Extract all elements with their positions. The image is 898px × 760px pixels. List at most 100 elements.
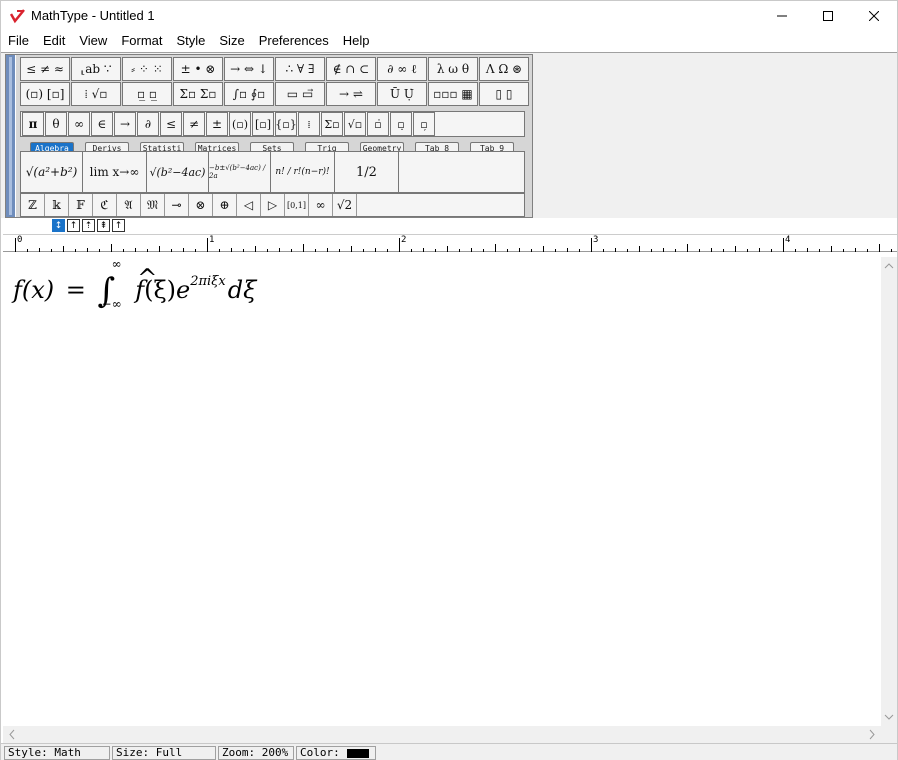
horizontal-scrollbar[interactable] [3,726,881,743]
subscript-template-button[interactable]: ▫̣ [390,112,412,136]
oplus-symbol-button[interactable]: ⊕ [213,194,237,216]
fractions-radicals-palette-button[interactable]: ⁞ √▫ [71,82,121,106]
equation-lhs: f(x) [13,276,55,304]
ruler-ticks [15,238,892,252]
menu-help[interactable]: Help [336,31,377,52]
close-button[interactable] [851,1,897,31]
math-palette: ≤ ≠ ≈ ⸤ab ∵ ⸗ ⁘ ⁙ ± • ⊗ → ⇔ ↓ ∴ ∀ ∃ ∉ ∩ … [5,54,533,218]
ruler-label-1: 1 [209,235,215,245]
subsup-template-button[interactable]: ▫̦ [413,112,435,136]
maximize-icon [823,11,833,21]
equation-equals: = [65,276,86,304]
plusminus-symbol-button[interactable]: ± [206,112,228,136]
menu-file[interactable]: File [1,31,36,52]
embellishments-palette-button[interactable]: ⸗ ⁘ ⁙ [122,57,172,81]
template-quadratic-formula[interactable]: −b±√(b²−4ac) / 2a [209,152,271,192]
nudge-button-3[interactable]: ⇡ [82,219,95,232]
pi-symbol-button[interactable]: π [22,112,44,136]
minimize-icon [777,15,787,17]
multimap-symbol-button[interactable]: ⊸ [165,194,189,216]
ruler-label-2: 2 [401,235,407,245]
window-title: MathType - Untitled 1 [31,8,155,23]
vertical-scrollbar[interactable] [881,257,897,726]
nudge-button-2[interactable]: ↑ [67,219,80,232]
overbar-palette-button[interactable]: ▭ ▭⃗ [275,82,325,106]
infinity-row5-button[interactable]: ∞ [309,194,333,216]
superscript-template-button[interactable]: ▫̇ [367,112,389,136]
interval-symbol-button[interactable]: [0,1] [285,194,309,216]
theta-symbol-button[interactable]: θ [45,112,67,136]
sqrt-template-button[interactable]: √▫ [344,112,366,136]
logic-palette-button[interactable]: ∴ ∀ ∃ [275,57,325,81]
palette-grip[interactable] [6,55,16,217]
template-binomial[interactable]: n! / r!(n−r)! [271,152,335,192]
nudge-button-1[interactable]: ↕ [52,219,65,232]
color-swatch [347,749,369,758]
scroll-right-icon[interactable] [865,726,879,743]
fences-palette-button[interactable]: (▫) [▫] [20,82,70,106]
fraktur-m-symbol-button[interactable]: 𝔐 [141,194,165,216]
leq-symbol-button[interactable]: ≤ [160,112,182,136]
integers-symbol-button[interactable]: ℤ [21,194,45,216]
greek-lower-palette-button[interactable]: λ ω θ [428,57,478,81]
menu-size[interactable]: Size [212,31,251,52]
set-theory-palette-button[interactable]: ∉ ∩ ⊂ [326,57,376,81]
right-arrow-symbol-button[interactable]: → [114,112,136,136]
minimize-button[interactable] [759,1,805,31]
nudge-button-5[interactable]: ↑ [112,219,125,232]
fraction-template-button[interactable]: ⁞ [298,112,320,136]
misc-symbols-palette-button[interactable]: ∂ ∞ ℓ [377,57,427,81]
close-icon [869,11,879,21]
template-pythagorean[interactable]: √(a²+b²) [21,152,83,192]
ruler-label-3: 3 [593,235,599,245]
menu-preferences[interactable]: Preferences [252,31,336,52]
fraktur-a-symbol-button[interactable]: 𝔄 [117,194,141,216]
sum-template-button[interactable]: Σ▫ [321,112,343,136]
boxes-palette-button[interactable]: ▯ ▯ [479,82,529,106]
brace-template-button[interactable]: {▫} [275,112,297,136]
menu-edit[interactable]: Edit [36,31,72,52]
bracket-template-button[interactable]: [▫] [252,112,274,136]
infinity-symbol-button[interactable]: ∞ [68,112,90,136]
field-f-symbol-button[interactable]: 𝔽 [69,194,93,216]
summation-palette-button[interactable]: Σ▫ Σ▫ [173,82,223,106]
greek-upper-palette-button[interactable]: Λ Ω ⊛ [479,57,529,81]
partial-symbol-button[interactable]: ∂ [137,112,159,136]
scrollbar-corner [881,726,897,743]
integral-lower-limit: −∞ [101,297,122,311]
labeled-arrows-palette-button[interactable]: → ⇌ [326,82,376,106]
products-palette-button[interactable]: Ū Ụ̇ [377,82,427,106]
spaces-ellipses-palette-button[interactable]: ⸤ab ∵ [71,57,121,81]
k-symbol-button[interactable]: 𝕜 [45,194,69,216]
menu-format[interactable]: Format [114,31,169,52]
paren-template-button[interactable]: (▫) [229,112,251,136]
template-discriminant[interactable]: √(b²−4ac) [147,152,209,192]
right-triangle-symbol-button[interactable]: ▷ [261,194,285,216]
template-limit[interactable]: lim x→∞ [83,152,147,192]
relations-palette-button[interactable]: ≤ ≠ ≈ [20,57,70,81]
left-triangle-symbol-button[interactable]: ◁ [237,194,261,216]
hat-accent: ^ [137,264,158,292]
equation-editor-canvas[interactable]: f(x) = ∫ ∞ −∞ ^ f (ξ)e2πiξxdξ [3,257,881,726]
matrices-palette-button[interactable]: ▫▫▫ ▦ [428,82,478,106]
scroll-left-icon[interactable] [5,726,19,743]
scroll-down-icon[interactable] [881,710,897,724]
neq-symbol-button[interactable]: ≠ [183,112,205,136]
operators-palette-button[interactable]: ± • ⊗ [173,57,223,81]
element-of-symbol-button[interactable]: ∈ [91,112,113,136]
integrals-palette-button[interactable]: ∫▫ ∮▫ [224,82,274,106]
sqrt-two-symbol-button[interactable]: √2 [333,194,357,216]
subscripts-palette-button[interactable]: ▫̲ ▫̲ [122,82,172,106]
status-color-label: Color: [300,746,340,759]
nudge-button-4[interactable]: ⇞ [97,219,110,232]
otimes-symbol-button[interactable]: ⊗ [189,194,213,216]
template-one-half[interactable]: 1/2 [335,152,399,192]
ruler[interactable]: 0 1 2 3 4 [3,234,897,252]
exponential-base: e [176,276,191,304]
arrows-palette-button[interactable]: → ⇔ ↓ [224,57,274,81]
scroll-up-icon[interactable] [881,259,897,273]
menu-view[interactable]: View [72,31,114,52]
menu-style[interactable]: Style [169,31,212,52]
maximize-button[interactable] [805,1,851,31]
fraktur-c-symbol-button[interactable]: ℭ [93,194,117,216]
